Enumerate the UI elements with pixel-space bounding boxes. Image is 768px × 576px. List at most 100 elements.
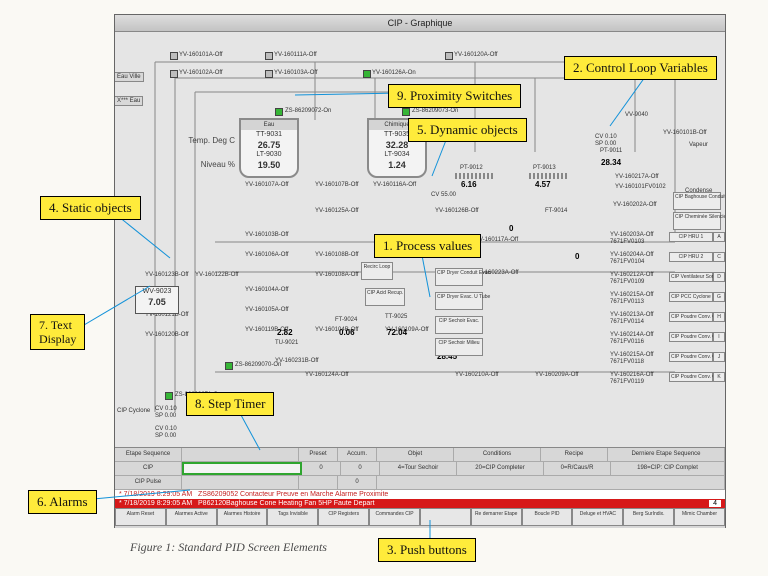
valve-icon[interactable] [170, 70, 178, 78]
sp-a: SP 0.00 [595, 141, 616, 147]
label-temp: Temp. Deg C [175, 136, 235, 145]
footer: Etape Sequence Preset Accum. Objet Condi… [115, 447, 725, 528]
alarm-row-1[interactable]: * 7/18/2019 8:29:05 AM ZS86209052 Contac… [115, 490, 725, 499]
btn-r3[interactable]: CIP Ventilateur Sortie [669, 272, 713, 282]
tank-b-lt: LT-9034 [369, 150, 425, 160]
cell: CIP Pulse [115, 476, 182, 489]
valve-icon[interactable] [363, 70, 371, 78]
btn-r1[interactable]: CIP HRU 1 [669, 232, 713, 242]
tag: YV-160120B-Off [145, 332, 189, 338]
footer-row-cip: CIP 0 0 4=Tour Sechoir 20=CIP Completer … [115, 462, 725, 476]
alarm-row-2[interactable]: * 7/18/2019 8:29:05 AM P862120Baghouse C… [115, 499, 725, 508]
tag: 7671FV0114 [610, 319, 644, 325]
annot-dynamic-objects: 5. Dynamic objects [408, 118, 527, 142]
col-cond: Conditions [454, 448, 541, 461]
btn-cip-cheminee[interactable]: CIP Cheminée Silencieux [673, 212, 721, 230]
btn-cip-registers[interactable]: CIP Registers [318, 508, 369, 526]
btn-alarmes-histoire[interactable]: Alarmes Histoire [217, 508, 268, 526]
side-btn-1[interactable]: Eau Ville [115, 72, 144, 82]
pv-pt9011: 28.34 [601, 158, 621, 167]
tag: YV-160216A-Off [610, 372, 654, 378]
btn-blank[interactable] [420, 508, 471, 526]
prox-b: ZS-86209073-On [412, 108, 458, 114]
cell [377, 476, 725, 489]
sp-c: SP 0.00 [155, 433, 176, 439]
btn-sech2[interactable]: CIP Sechoir Milieu [435, 338, 483, 356]
label: FT-9024 [335, 317, 357, 323]
cv-c: CV 0.10 [155, 426, 177, 432]
prox-icon[interactable] [402, 108, 410, 116]
btn-dryer1[interactable]: CIP Dryer Conduit Evac. [435, 268, 483, 286]
btn-alarmes-active[interactable]: Alarmes Active [166, 508, 217, 526]
col-recipe: Recipe [541, 448, 608, 461]
btn-deluge-hvac[interactable]: Deluge et HVAC [572, 508, 623, 526]
pv-m200: 0 [575, 252, 579, 261]
pv-pt9013: 4.57 [535, 180, 551, 189]
pv-tu: 2.82 [277, 328, 293, 337]
footer-row-pulse: CIP Pulse 0 [115, 476, 725, 490]
prox-icon[interactable] [275, 108, 283, 116]
wv9023-box[interactable]: WV-9023 7.05 [135, 286, 179, 314]
tag: YV-160108B-Off [315, 252, 359, 258]
prox-a: ZS-86209072-On [285, 108, 331, 114]
btn-r6[interactable]: CIP Poudre Conv. Conduit 2 [669, 332, 713, 342]
btn-berg[interactable]: Berg SurIndix. [623, 508, 674, 526]
col-blank [182, 448, 299, 461]
prox-icon[interactable] [165, 392, 173, 400]
tag: YV-160202A-Off [613, 202, 657, 208]
cell: 4=Tour Sechoir [380, 462, 457, 475]
tag: YV-160117A-Off [475, 237, 518, 243]
tag: YV-160107A-Off [245, 182, 289, 188]
btn-boucle-pid[interactable]: Boucle PID [522, 508, 573, 526]
btn-tags-invisible[interactable]: Tags Invisible [267, 508, 318, 526]
col-preset: Preset [299, 448, 338, 461]
btn-r5[interactable]: CIP Poudre Conv. Conduit 1 [669, 312, 713, 322]
btn-redemarrer-etape[interactable]: Re demarrer Etape [471, 508, 522, 526]
meter-icon [529, 173, 569, 179]
tag: YV-160204A-Off [610, 252, 654, 258]
meter-icon [455, 173, 495, 179]
valve-icon[interactable] [445, 52, 453, 60]
letter-c: C [713, 252, 725, 262]
tag: YV-160122B-Off [195, 272, 239, 278]
tag: YV-160108A-Off [315, 272, 359, 278]
btn-cip-baghouse[interactable]: CIP Baghouse Conduit Evac. [673, 192, 721, 210]
btn-mimic-chamber[interactable]: Mimic Chamber [674, 508, 725, 526]
tag: YV-160103B-Off [245, 232, 289, 238]
tag: 7671FV0109 [610, 279, 644, 285]
pv-ft9024: 0.06 [339, 328, 355, 337]
tag: YV-160126B-Off [435, 208, 479, 214]
label-level: Niveau % [175, 160, 235, 169]
valve-icon[interactable] [265, 52, 273, 60]
alarm2-ts: * 7/18/2019 8:29:05 AM [119, 500, 192, 507]
tag: YV-160215A-Off [610, 292, 654, 298]
step-timer-cell[interactable] [182, 462, 302, 475]
cell: CIP [115, 462, 182, 475]
tag: YV-160209A-Off [535, 372, 579, 378]
tag: YV-160123B-Off [145, 272, 189, 278]
btn-sech1[interactable]: CIP Sechoir Evac. [435, 316, 483, 334]
btn-dryer2[interactable]: CIP Dryer Evac. U Tube [435, 292, 483, 310]
btn-alarm-reset[interactable]: Alarm Reset [115, 508, 166, 526]
prox-icon[interactable] [225, 362, 233, 370]
tag: YV-160107B-Off [315, 182, 359, 188]
btn-commandes-cip[interactable]: Commandes CIP [369, 508, 420, 526]
btn-r8[interactable]: CIP Poudre Conv. Conduit 4 [669, 372, 713, 382]
col-accum: Accum. [338, 448, 377, 461]
tag-yv111a: YV-160111A-Off [274, 52, 317, 58]
valve-icon[interactable] [170, 52, 178, 60]
tag: YV-160124A-Off [305, 372, 349, 378]
btn-r7[interactable]: CIP Poudre Conv. Conduit 3 [669, 352, 713, 362]
label: WV-9023 [136, 287, 178, 297]
btn-recirc[interactable]: Recirc Loop [361, 262, 393, 280]
valve-icon[interactable] [265, 70, 273, 78]
cv-a: CV 0.10 [595, 134, 617, 140]
cell [182, 476, 299, 489]
btn-r4[interactable]: CIP PCC Cyclone [669, 292, 713, 302]
btn-acid[interactable]: CIP Acid Recup. [365, 288, 405, 306]
side-btn-2[interactable]: X*** Eau [115, 96, 143, 106]
tank-eau[interactable]: Eau TT-9031 26.75 LT-9030 19.50 [239, 118, 299, 178]
btn-r2[interactable]: CIP HRU 2 [669, 252, 713, 262]
letter-h: H [713, 312, 725, 322]
tag: YV-160217A-Off [615, 174, 659, 180]
